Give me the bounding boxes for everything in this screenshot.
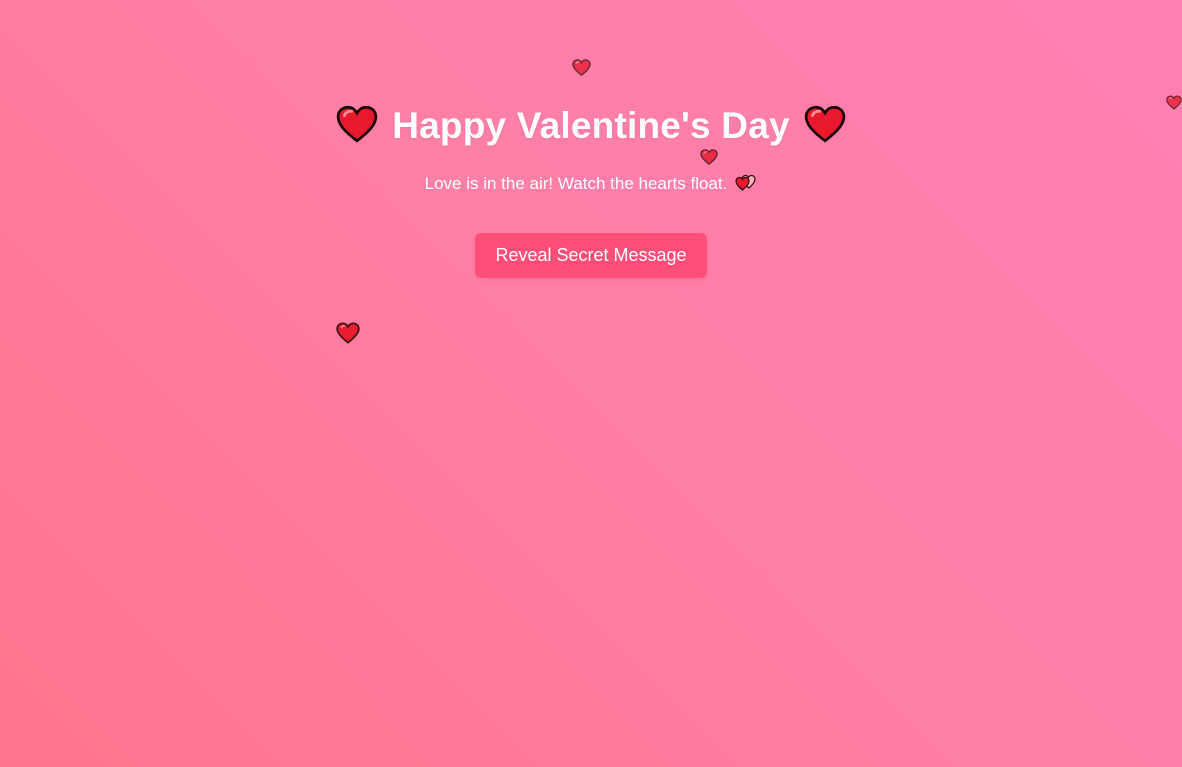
red-heart-icon <box>336 105 378 148</box>
floating-heart-icon <box>336 322 360 344</box>
floating-heart-icon <box>700 149 718 165</box>
page-title: Happy Valentine's Day <box>392 105 790 146</box>
red-heart-icon <box>804 105 846 148</box>
floating-heart-icon <box>572 59 591 76</box>
valentine-page: Happy Valentine's Day Love is in the air… <box>0 0 1182 767</box>
subtitle-row: Love is in the air! Watch the hearts flo… <box>0 172 1182 196</box>
two-hearts-icon <box>735 173 757 196</box>
title-row: Happy Valentine's Day <box>0 102 1182 150</box>
page-subtitle: Love is in the air! Watch the hearts flo… <box>424 174 728 193</box>
reveal-secret-message-button[interactable]: Reveal Secret Message <box>475 233 707 278</box>
